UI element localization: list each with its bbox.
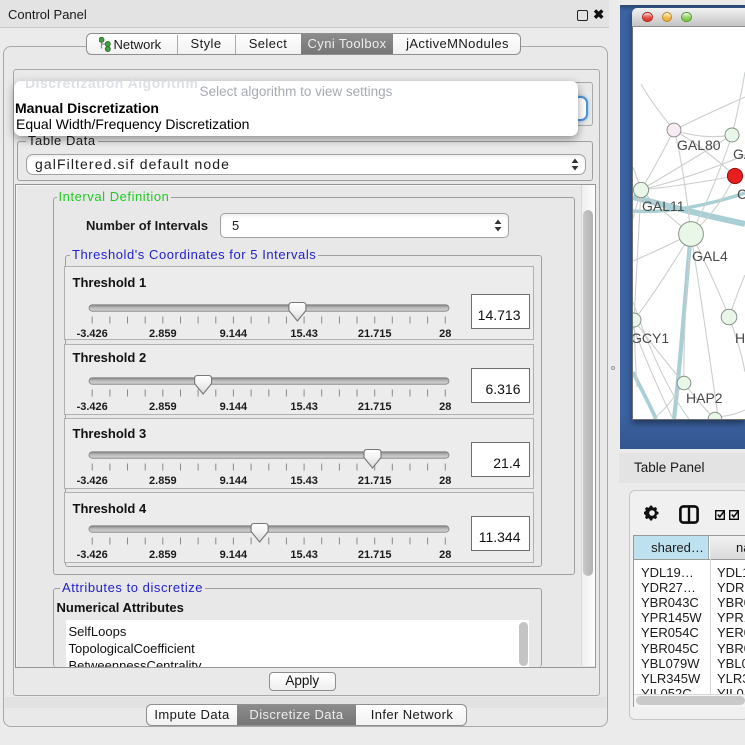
svg-text:15.43: 15.43 (290, 549, 318, 561)
svg-text:15.43: 15.43 (290, 328, 318, 338)
svg-text:9.144: 9.144 (219, 328, 247, 338)
svg-text:21.715: 21.715 (357, 401, 391, 413)
svg-text:15.43: 15.43 (290, 401, 318, 413)
svg-text:2.859: 2.859 (149, 328, 177, 338)
svg-text:-3.426: -3.426 (76, 549, 107, 561)
svg-text:15.43: 15.43 (290, 475, 318, 487)
svg-text:2.859: 2.859 (149, 401, 177, 413)
svg-text:9.144: 9.144 (219, 401, 247, 413)
svg-text:-3.426: -3.426 (76, 328, 107, 338)
svg-text:C: C (737, 186, 745, 202)
svg-text:28: 28 (439, 549, 451, 561)
svg-text:21.715: 21.715 (357, 549, 391, 561)
svg-text:GAL11: GAL11 (642, 198, 685, 214)
svg-text:28: 28 (439, 401, 451, 413)
svg-text:-3.426: -3.426 (76, 475, 107, 487)
svg-text:9.144: 9.144 (219, 475, 247, 487)
svg-text:9.144: 9.144 (219, 549, 247, 561)
svg-text:21.715: 21.715 (357, 475, 391, 487)
svg-text:GA: GA (733, 146, 745, 162)
svg-text:H: H (735, 330, 745, 346)
svg-text:-3.426: -3.426 (76, 401, 107, 413)
svg-text:21.715: 21.715 (357, 328, 391, 338)
svg-text:GAL4: GAL4 (692, 248, 728, 264)
svg-text:GAL80: GAL80 (677, 137, 721, 153)
svg-text:2.859: 2.859 (149, 549, 177, 561)
svg-text:28: 28 (439, 475, 451, 487)
svg-text:HAP2: HAP2 (686, 390, 723, 406)
svg-text:GCY1: GCY1 (633, 330, 669, 346)
svg-text:28: 28 (439, 328, 451, 338)
svg-text:2.859: 2.859 (149, 475, 177, 487)
